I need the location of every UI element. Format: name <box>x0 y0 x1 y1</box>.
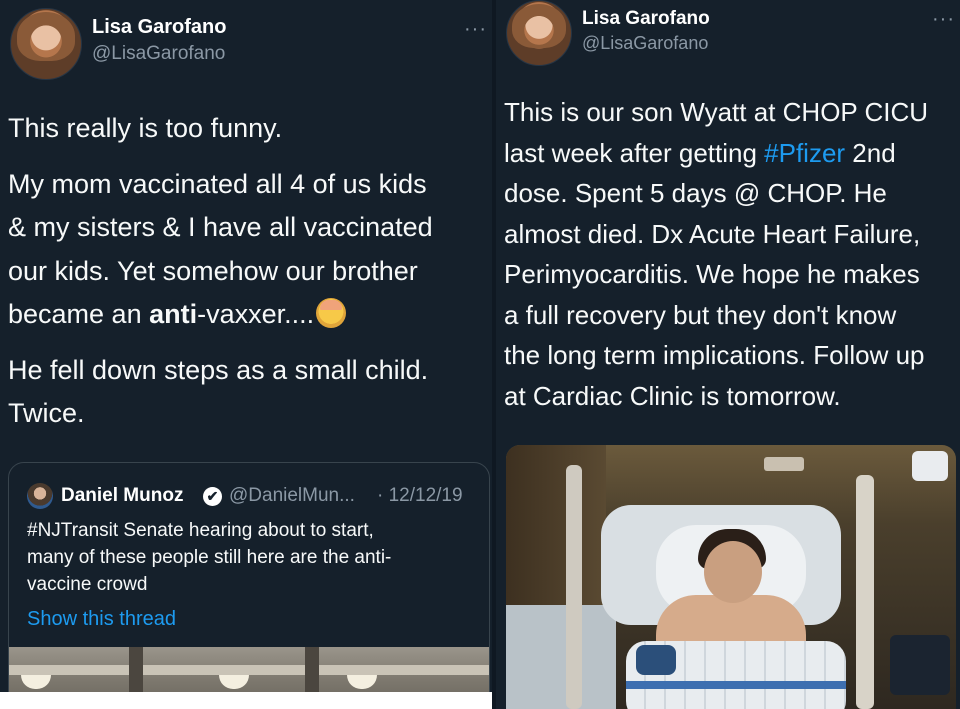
tweet-text-line: dose. Spent 5 days @ CHOP. He <box>504 178 887 208</box>
author-name[interactable]: Lisa Garofano <box>582 8 710 30</box>
tweet-text-segment: -vaxxer.... <box>197 299 315 329</box>
more-options-icon[interactable]: ··· <box>932 9 955 29</box>
author-name[interactable]: Lisa Garofano <box>92 16 226 39</box>
tweet-text-line: Twice. <box>8 398 85 428</box>
tweet-text-line: & my sisters & I have all vaccinated <box>8 212 433 242</box>
tweet-text-line: became an anti-vaxxer.... <box>8 292 347 336</box>
quoted-tweet[interactable]: Daniel Munoz ✔ @DanielMun... · 12/12/19 … <box>8 462 490 709</box>
quoted-author-handle[interactable]: @DanielMun... <box>229 485 355 507</box>
author-handle[interactable]: @LisaGarofano <box>92 43 225 65</box>
quoted-author-name[interactable]: Daniel Munoz <box>61 485 183 507</box>
tweet-text-segment: became an <box>8 299 150 329</box>
tweet-text-line: last week after getting #Pfizer 2nd <box>504 133 896 174</box>
quoted-date[interactable]: · 12/12/19 <box>377 485 463 507</box>
verified-badge-icon: ✔ <box>203 487 222 506</box>
tweet-text-line: the long term implications. Follow up <box>504 340 925 370</box>
left-tweet: Lisa Garofano @LisaGarofano ··· This rea… <box>0 0 492 709</box>
quoted-text-line: vaccine crowd <box>27 574 148 595</box>
tweet-text-segment: last week after getting <box>504 138 765 168</box>
quoted-text-line: #NJTransit Senate hearing about to start… <box>27 520 374 541</box>
hashtag-link[interactable]: #Pfizer <box>764 138 845 168</box>
author-handle[interactable]: @LisaGarofano <box>582 33 708 54</box>
tweet-text-line: This really is too funny. <box>8 113 283 143</box>
quoted-text-line: many of these people still here are the … <box>27 547 392 568</box>
tweet-text-line: This is our son Wyatt at CHOP CICU <box>504 97 929 127</box>
tweet-text-line: My mom vaccinated all 4 of us kids <box>8 169 427 199</box>
tweet-text-line: our kids. Yet somehow our brother <box>8 256 418 286</box>
avatar[interactable] <box>506 0 572 66</box>
show-thread-link[interactable]: Show this thread <box>27 608 176 631</box>
tweet-text-line: He fell down steps as a small child. <box>8 355 429 385</box>
face-palm-emoji-icon <box>316 298 347 328</box>
bold-word: anti <box>149 299 198 329</box>
right-tweet: Lisa Garofano @LisaGarofano ··· This is … <box>496 0 960 709</box>
quoted-avatar[interactable] <box>27 483 53 509</box>
avatar[interactable] <box>10 8 82 80</box>
more-options-icon[interactable]: ··· <box>464 19 487 39</box>
image-edge <box>0 692 492 709</box>
tweet-media-image[interactable] <box>506 445 956 709</box>
tweet-text-line: almost died. Dx Acute Heart Failure, <box>504 219 921 249</box>
tweet-text-line: Perimyocarditis. We hope he makes <box>504 259 920 289</box>
tweet-text-line: a full recovery but they don't know <box>504 300 897 330</box>
tweet-text-line: at Cardiac Clinic is tomorrow. <box>504 381 841 411</box>
tweet-text-segment: 2nd <box>845 138 896 168</box>
